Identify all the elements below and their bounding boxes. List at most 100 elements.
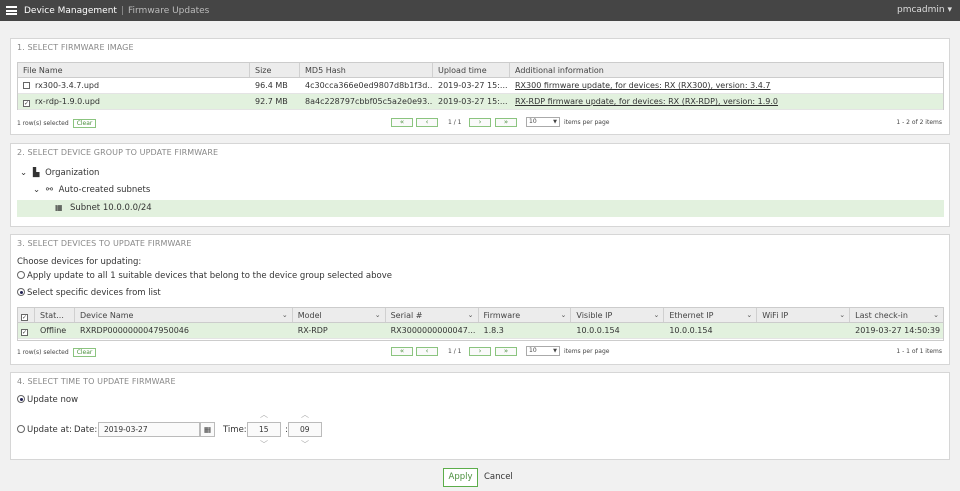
chevron-down-icon[interactable]: ⌄ — [375, 308, 381, 322]
section-devices: 3. SELECT DEVICES TO UPDATE FIRMWARE Cho… — [10, 234, 950, 365]
selection-count: 1 row(s) selected — [17, 119, 69, 127]
col-serial: Serial # — [390, 311, 423, 320]
chevron-down-icon[interactable]: ⌄ — [33, 185, 40, 195]
items-range: 1 - 2 of 2 items — [896, 119, 942, 126]
table-row[interactable]: ✓ rx-rdp-1.9.0.upd 92.7 MB 8a4c228797cbbf… — [18, 94, 943, 110]
tree-node-organization[interactable]: ⌄ ▙ Organization — [20, 168, 99, 178]
section-title: 3. SELECT DEVICES TO UPDATE FIRMWARE — [17, 239, 192, 248]
status-cell: Offline — [39, 326, 67, 335]
per-page-select[interactable]: 10 — [526, 117, 560, 127]
choose-label: Choose devices for updating: — [17, 257, 142, 267]
col-device-name: Device Name — [79, 311, 134, 320]
first-page-button[interactable]: « — [391, 118, 413, 127]
option-update-now[interactable]: Update now — [17, 395, 78, 405]
firmware-grid: File Name Size MD5 Hash Upload time Addi… — [17, 62, 944, 110]
menu-icon[interactable] — [6, 6, 17, 15]
chevron-down-icon[interactable]: ⌄ — [561, 308, 567, 322]
radio-specific-devices[interactable] — [17, 288, 25, 296]
chevron-down-icon[interactable]: ⌄ — [746, 308, 752, 322]
date-field[interactable]: 2019-03-27 — [98, 422, 200, 437]
minute-down-icon[interactable]: ﹀ — [301, 439, 309, 450]
section-title: 4. SELECT TIME TO UPDATE FIRMWARE — [17, 377, 176, 386]
per-page-label: items per page — [564, 119, 610, 126]
section-firmware-image: 1. SELECT FIRMWARE IMAGE File Name Size … — [10, 38, 950, 135]
col-last-checkin: Last check-in — [855, 311, 908, 320]
clear-button[interactable]: Clear — [72, 118, 97, 128]
page-subtitle: Firmware Updates — [127, 5, 210, 16]
grid-header: File Name Size MD5 Hash Upload time Addi… — [18, 63, 943, 78]
select-all-checkbox[interactable]: ✓ — [21, 314, 28, 321]
last-page-button[interactable]: » — [495, 347, 517, 356]
hour-down-icon[interactable]: ﹀ — [260, 439, 268, 450]
chevron-down-icon[interactable]: ⌄ — [933, 308, 939, 322]
radio-all-devices[interactable] — [17, 271, 25, 279]
title-separator: | — [120, 5, 124, 16]
col-info[interactable]: Additional information — [510, 63, 943, 77]
section-update-time: 4. SELECT TIME TO UPDATE FIRMWARE Update… — [10, 372, 950, 460]
row-checkbox-checked[interactable]: ✓ — [23, 100, 30, 107]
pager: 1 row(s) selected Clear « ‹ 1 / 1 › » 10… — [17, 345, 944, 359]
apply-button[interactable]: Apply — [443, 468, 478, 487]
per-page-select[interactable]: 10 — [526, 346, 560, 356]
row-checkbox-checked[interactable]: ✓ — [21, 329, 28, 336]
next-page-button[interactable]: › — [469, 347, 491, 356]
row-checkbox[interactable] — [23, 82, 30, 89]
section-title: 2. SELECT DEVICE GROUP TO UPDATE FIRMWAR… — [17, 148, 219, 157]
user-menu[interactable]: pmcadmin ▾ — [897, 5, 952, 15]
clear-button[interactable]: Clear — [72, 347, 97, 357]
organization-icon: ▙ — [32, 168, 40, 178]
per-page-label: items per page — [564, 348, 610, 355]
radio-update-at[interactable] — [17, 425, 25, 433]
cancel-button[interactable]: Cancel — [484, 468, 513, 487]
date-label: Date: — [74, 425, 98, 435]
col-file-name[interactable]: File Name — [18, 63, 250, 77]
chevron-down-icon[interactable]: ⌄ — [839, 308, 845, 322]
first-page-button[interactable]: « — [391, 347, 413, 356]
col-wifi-ip: WiFi IP — [762, 311, 789, 320]
chevron-down-icon[interactable]: ⌄ — [282, 308, 288, 322]
pager: 1 row(s) selected Clear « ‹ 1 / 1 › » 10… — [17, 116, 944, 130]
tree-node-subnet[interactable]: ▦ Subnet 10.0.0.0/24 — [17, 200, 944, 217]
subnet-icon: ▦ — [55, 203, 63, 212]
minute-field[interactable]: 09 — [288, 422, 322, 437]
devices-grid: ✓ Stat... Device Name ⌄ Model ⌄ Serial # ⌄ … — [17, 307, 944, 341]
col-upload-time[interactable]: Upload time — [433, 63, 510, 77]
network-icon: ⚯ — [45, 185, 53, 195]
top-bar: Device Management | Firmware Updates pmc… — [0, 0, 960, 21]
page-indicator: 1 / 1 — [448, 348, 462, 355]
last-page-button[interactable]: » — [495, 118, 517, 127]
hour-up-icon[interactable]: ︿ — [260, 409, 268, 420]
minute-up-icon[interactable]: ︿ — [301, 409, 309, 420]
table-row[interactable]: ✓ Offline RXRDP0000000047950046 RX-RDP R… — [18, 323, 943, 339]
tree-node-auto-subnets[interactable]: ⌄ ⚯ Auto-created subnets — [33, 185, 150, 195]
items-range: 1 - 1 of 1 items — [896, 348, 942, 355]
col-md5[interactable]: MD5 Hash — [300, 63, 433, 77]
option-all-devices[interactable]: Apply update to all 1 suitable devices t… — [17, 271, 392, 281]
hour-field[interactable]: 15 — [247, 422, 281, 437]
col-status[interactable]: Stat... — [35, 308, 75, 322]
option-update-at[interactable]: Update at: — [17, 425, 72, 435]
next-page-button[interactable]: › — [469, 118, 491, 127]
info-link[interactable]: RX300 firmware update, for devices: RX (… — [510, 78, 943, 93]
col-model: Model — [297, 311, 322, 320]
col-visible-ip: Visible IP — [576, 311, 613, 320]
option-specific-devices[interactable]: Select specific devices from list — [17, 288, 161, 298]
section-title: 1. SELECT FIRMWARE IMAGE — [17, 43, 134, 52]
table-row[interactable]: rx300-3.4.7.upd 96.4 MB 4c30cca366e0ed98… — [18, 78, 943, 94]
prev-page-button[interactable]: ‹ — [416, 118, 438, 127]
col-size[interactable]: Size — [250, 63, 300, 77]
selection-count: 1 row(s) selected — [17, 348, 69, 356]
time-label: Time: — [223, 425, 247, 435]
prev-page-button[interactable]: ‹ — [416, 347, 438, 356]
calendar-icon[interactable]: ▦ — [200, 422, 215, 437]
col-ethernet-ip: Ethernet IP — [669, 311, 714, 320]
chevron-down-icon[interactable]: ⌄ — [468, 308, 474, 322]
app-title[interactable]: Device Management — [24, 6, 117, 16]
info-link[interactable]: RX-RDP firmware update, for devices: RX … — [510, 94, 943, 109]
chevron-down-icon[interactable]: ⌄ — [20, 168, 27, 178]
grid-header: ✓ Stat... Device Name ⌄ Model ⌄ Serial # ⌄ … — [18, 308, 943, 323]
col-firmware: Firmware — [483, 311, 521, 320]
chevron-down-icon[interactable]: ⌄ — [653, 308, 659, 322]
radio-update-now[interactable] — [17, 395, 25, 403]
section-device-group: 2. SELECT DEVICE GROUP TO UPDATE FIRMWAR… — [10, 143, 950, 227]
